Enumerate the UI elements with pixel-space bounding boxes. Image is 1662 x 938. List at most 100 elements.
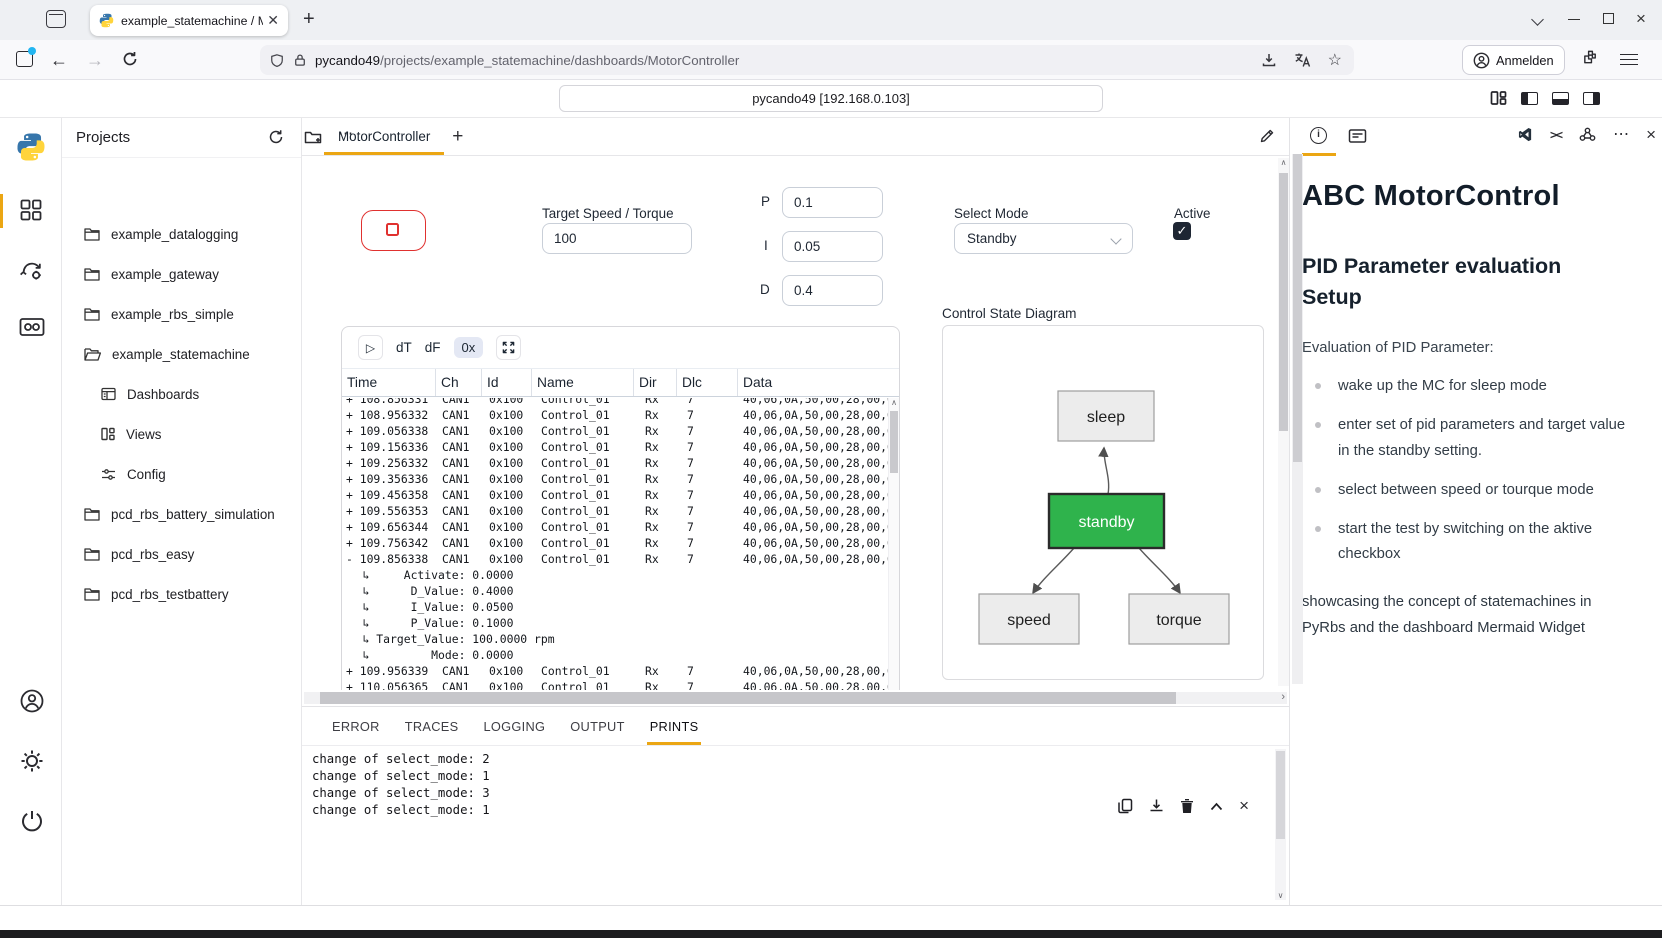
pid-d-input[interactable] (782, 275, 883, 306)
window-maximize-button[interactable] (1603, 13, 1614, 24)
trace-row[interactable]: + 109.356336CAN10x100Control_01Rx740,06,… (342, 471, 888, 487)
window-close-button[interactable]: × (1636, 9, 1646, 29)
console-tab-prints[interactable]: PRINTS (650, 707, 699, 745)
trace-row[interactable]: + 109.756342CAN10x100Control_01Rx740,06,… (342, 535, 888, 551)
back-icon[interactable]: ← (50, 50, 68, 70)
project-item-pcd-rbs-easy[interactable]: pcd_rbs_easy (62, 534, 301, 574)
dashboard-tab-motorcontroller[interactable]: MotorController (324, 118, 444, 155)
browser-tab[interactable]: example_statemachine / MotorC ✕ (90, 5, 288, 36)
console-tab-error[interactable]: ERROR (332, 707, 380, 745)
rail-automation-icon[interactable] (19, 258, 44, 283)
scroll-up-icon[interactable]: ∧ (1281, 158, 1287, 167)
trace-vertical-scrollbar[interactable]: ∧∨ (888, 398, 899, 690)
extensions-puzzle-icon[interactable] (1582, 49, 1599, 66)
console-tab-output[interactable]: OUTPUT (570, 707, 624, 745)
col-time[interactable]: Time (342, 369, 436, 396)
project-item-example-rbs-simple[interactable]: example_rbs_simple (62, 294, 301, 334)
console-tab-logging[interactable]: LOGGING (483, 707, 545, 745)
scroll-thumb[interactable] (1279, 173, 1288, 431)
scroll-thumb[interactable] (1293, 154, 1302, 462)
trace-row[interactable]: + 108.856331CAN10x100Control_01Rx740,06,… (342, 398, 888, 407)
trace-row[interactable]: - 109.856338CAN10x100Control_01Rx740,06,… (342, 551, 888, 567)
tab-list-chevron-icon[interactable] (1533, 15, 1543, 25)
panel-close-icon[interactable]: × (1646, 128, 1656, 142)
trace-df-toggle[interactable]: dF (425, 340, 441, 355)
pid-p-input[interactable] (782, 187, 883, 218)
views-grid-icon[interactable] (1490, 90, 1507, 106)
project-item-views[interactable]: Views (62, 414, 301, 454)
trace-row[interactable]: + 109.556353CAN10x100Control_01Rx740,06,… (342, 503, 888, 519)
trace-row[interactable]: + 109.956339CAN10x100Control_01Rx740,06,… (342, 663, 888, 679)
collapse-panel-icon[interactable] (1210, 802, 1223, 811)
copy-icon[interactable] (1118, 798, 1133, 814)
project-item-dashboards[interactable]: Dashboards (62, 374, 301, 414)
scroll-thumb[interactable] (320, 692, 1176, 704)
toggle-bottom-panel-icon[interactable] (1552, 92, 1569, 105)
col-id[interactable]: Id (482, 369, 532, 396)
window-minimize-button[interactable] (1568, 19, 1580, 20)
col-name[interactable]: Name (532, 369, 634, 396)
refresh-icon[interactable] (268, 129, 284, 145)
mode-select[interactable]: Standby (954, 223, 1133, 254)
target-input[interactable] (542, 223, 692, 254)
console-close-icon[interactable]: × (1239, 799, 1249, 813)
downloads-icon[interactable] (1261, 52, 1277, 68)
project-item-example-gateway[interactable]: example_gateway (62, 254, 301, 294)
cluster-icon[interactable] (1579, 127, 1596, 142)
rail-user-icon[interactable] (19, 688, 45, 714)
trace-row[interactable]: + 109.656344CAN10x100Control_01Rx740,06,… (342, 519, 888, 535)
trace-expand-icon[interactable] (496, 335, 521, 360)
project-item-example-datalogging[interactable]: example_datalogging (62, 214, 301, 254)
scroll-right-icon[interactable]: › (1281, 691, 1285, 703)
trace-row[interactable]: + 109.056338CAN10x100Control_01Rx740,06,… (342, 423, 888, 439)
sidebar-toggle-icon[interactable] (16, 51, 33, 67)
bookmark-star-icon[interactable]: ☆ (1328, 50, 1342, 70)
dashboard-add-tab-button[interactable]: + (452, 126, 463, 148)
console-tab-traces[interactable]: TRACES (405, 707, 459, 745)
trash-icon[interactable] (1180, 798, 1194, 814)
project-item-pcd-rbs-testbattery[interactable]: pcd_rbs_testbattery (62, 574, 301, 614)
signin-button[interactable]: Anmelden (1462, 45, 1565, 75)
trace-row[interactable]: + 110.056365CAN10x100Control_01Rx740,06,… (342, 679, 888, 690)
console-scrollbar[interactable]: ∨ (1275, 749, 1286, 900)
tab-close-icon[interactable]: ✕ (267, 12, 279, 29)
col-data[interactable]: Data (738, 369, 899, 396)
scroll-up-icon[interactable]: ∧ (891, 398, 897, 407)
trace-row[interactable]: + 108.956332CAN10x100Control_01Rx740,06,… (342, 407, 888, 423)
panel-more-icon[interactable]: ⋯ (1613, 130, 1629, 140)
dashboard-edit-pencil-icon[interactable] (1259, 128, 1275, 144)
info-panel-scrollbar[interactable] (1292, 154, 1303, 684)
firefox-view-icon[interactable] (46, 10, 66, 28)
project-item-example-statemachine[interactable]: example_statemachine (62, 334, 301, 374)
rail-recorder-icon[interactable] (19, 317, 45, 337)
rail-dashboards-icon[interactable] (19, 198, 43, 222)
scroll-thumb[interactable] (890, 411, 898, 473)
reload-icon[interactable] (122, 51, 138, 67)
rail-power-icon[interactable] (19, 808, 45, 834)
dashboard-vertical-scrollbar[interactable]: ∧ (1278, 158, 1289, 686)
info-tab-icon[interactable]: i (1310, 127, 1327, 144)
col-ch[interactable]: Ch (436, 369, 482, 396)
rail-settings-gear-icon[interactable] (19, 748, 45, 774)
forward-icon[interactable]: → (86, 50, 104, 70)
shield-icon[interactable] (270, 53, 284, 68)
trace-row[interactable]: + 109.156336CAN10x100Control_01Rx740,06,… (342, 439, 888, 455)
toggle-left-panel-icon[interactable] (1521, 92, 1538, 105)
trace-row[interactable]: + 109.256332CAN10x100Control_01Rx740,06,… (342, 455, 888, 471)
scroll-thumb[interactable] (1276, 751, 1285, 839)
col-dir[interactable]: Dir (634, 369, 677, 396)
device-host-box[interactable]: pycando49 [192.168.0.103] (559, 85, 1103, 112)
vscode-icon[interactable] (1518, 127, 1533, 142)
trace-play-button[interactable]: ▷ (358, 335, 383, 360)
url-bar[interactable]: pycando49/projects/example_statemachine/… (260, 45, 1354, 75)
new-tab-button[interactable]: + (303, 8, 315, 31)
download-icon[interactable] (1149, 798, 1164, 814)
menu-hamburger-icon[interactable] (1620, 50, 1638, 69)
dashboard-horizontal-scrollbar[interactable]: ‹ › (302, 690, 1289, 706)
translate-icon[interactable] (1294, 52, 1311, 68)
trace-dt-toggle[interactable]: dT (396, 340, 412, 355)
toggle-right-panel-icon[interactable] (1583, 92, 1600, 105)
stop-button[interactable] (361, 210, 426, 251)
active-checkbox[interactable]: ✓ (1173, 222, 1191, 240)
notes-tab-icon[interactable] (1348, 128, 1367, 144)
